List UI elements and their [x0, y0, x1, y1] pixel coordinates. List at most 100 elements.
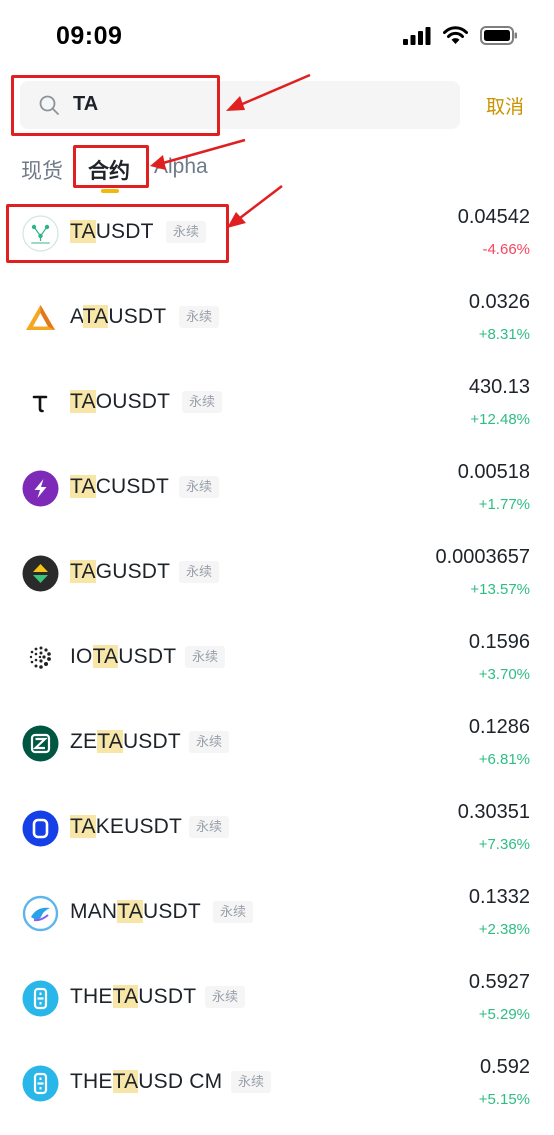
status-bar: 09:09 — [0, 0, 554, 72]
tao-network-icon — [22, 215, 59, 252]
last-price: 0.0003657 — [435, 546, 530, 568]
last-price: 0.1332 — [468, 886, 530, 908]
tac-icon — [22, 470, 59, 507]
market-symbol: TAOUSDT — [70, 390, 170, 414]
symbol-match-highlight: TA — [70, 390, 96, 413]
symbol-match-highlight: TA — [92, 645, 119, 668]
symbol-prefix: IO — [70, 645, 93, 668]
automata-icon — [22, 300, 59, 337]
last-price: 430.13 — [468, 376, 530, 398]
manta-icon — [22, 895, 59, 932]
symbol-suffix: KEUSDT — [95, 815, 183, 838]
status-icons — [403, 26, 518, 45]
tag-icon — [22, 555, 59, 592]
symbol-match-highlight: TA — [112, 985, 139, 1008]
price-change: +13.57% — [470, 581, 530, 598]
market-row[interactable]: TAOUSDT 永续 430.13 +12.48% — [0, 362, 554, 447]
market-symbol: TAUSDT — [70, 220, 154, 244]
market-row[interactable]: TAUSDT 永续 0.04542 -4.66% — [0, 192, 554, 277]
perpetual-badge: 永续 — [185, 646, 226, 668]
last-price: 0.1286 — [468, 716, 530, 738]
price-change: +8.31% — [478, 326, 530, 343]
symbol-suffix: USDT — [108, 305, 167, 328]
symbol-match-highlight: TA — [70, 560, 96, 583]
price-change: +5.29% — [478, 1006, 530, 1023]
last-price: 0.0326 — [468, 291, 530, 313]
tab-alpha[interactable]: Alpha — [154, 155, 208, 179]
price-change: +12.48% — [470, 411, 530, 428]
battery-icon — [480, 26, 517, 45]
symbol-suffix: USD CM — [138, 1070, 223, 1093]
symbol-prefix: THE — [70, 985, 113, 1008]
market-symbol: TAKEUSDT — [70, 815, 182, 839]
symbol-prefix: MAN — [70, 900, 118, 923]
symbol-match-highlight: TA — [112, 1070, 139, 1093]
last-price: 0.00518 — [457, 461, 530, 483]
symbol-prefix: THE — [70, 1070, 113, 1093]
symbol-suffix: USDT — [118, 645, 177, 668]
market-symbol: THETAUSDT — [70, 985, 196, 1009]
market-row[interactable]: THETAUSDT 永续 0.5927 +5.29% — [0, 957, 554, 1042]
market-row[interactable]: IOTAUSDT 永续 0.1596 +3.70% — [0, 617, 554, 702]
perpetual-badge: 永续 — [179, 306, 220, 328]
tab-spot[interactable]: 现货 — [21, 155, 63, 185]
last-price: 0.5927 — [468, 971, 530, 993]
zeta-icon — [22, 725, 59, 762]
perpetual-badge: 永续 — [166, 221, 207, 243]
status-time: 09:09 — [56, 22, 123, 50]
market-symbol: ATAUSDT — [70, 305, 166, 329]
price-change: +5.15% — [478, 1091, 530, 1108]
symbol-suffix: USDT — [138, 985, 197, 1008]
last-price: 0.30351 — [457, 801, 530, 823]
symbol-prefix: ZE — [70, 730, 98, 753]
symbol-match-highlight: TA — [70, 815, 96, 838]
symbol-suffix: USDT — [95, 220, 154, 243]
iota-icon — [22, 640, 59, 677]
price-change: +3.70% — [478, 666, 530, 683]
market-row[interactable]: TAKEUSDT 永续 0.30351 +7.36% — [0, 787, 554, 872]
market-row[interactable]: ATAUSDT 永续 0.0326 +8.31% — [0, 277, 554, 362]
market-row[interactable]: ZETAUSDT 永续 0.1286 +6.81% — [0, 702, 554, 787]
market-symbol: TAGUSDT — [70, 560, 170, 584]
market-row[interactable]: MANTAUSDT 永续 0.1332 +2.38% — [0, 872, 554, 957]
perpetual-badge: 永续 — [182, 391, 223, 413]
cancel-button[interactable]: 取消 — [486, 92, 524, 119]
symbol-prefix: A — [70, 305, 83, 328]
search-icon — [39, 95, 59, 115]
perpetual-badge: 永续 — [213, 901, 254, 923]
price-change: +7.36% — [478, 836, 530, 853]
market-symbol: IOTAUSDT — [70, 645, 176, 669]
symbol-suffix: CUSDT — [95, 475, 170, 498]
theta-icon — [22, 1065, 59, 1102]
wifi-icon — [443, 26, 468, 44]
symbol-suffix: USDT — [122, 730, 181, 753]
search-query: TA — [73, 93, 99, 115]
market-symbol: TACUSDT — [70, 475, 169, 499]
theta-icon — [22, 980, 59, 1017]
last-price: 0.592 — [479, 1056, 530, 1078]
symbol-match-highlight: TA — [82, 305, 109, 328]
market-search-screen: 09:09 TA 取消 现货 合约 Alpha TAUSDT 永续 0.0454… — [0, 0, 554, 1135]
market-row[interactable]: THETAUSD CM 永续 0.592 +5.15% — [0, 1042, 554, 1127]
symbol-suffix: GUSDT — [95, 560, 171, 583]
market-symbol: THETAUSD CM — [70, 1070, 222, 1094]
perpetual-badge: 永续 — [231, 1071, 272, 1093]
last-price: 0.1596 — [468, 631, 530, 653]
perpetual-badge: 永续 — [179, 561, 220, 583]
symbol-match-highlight: TA — [117, 900, 143, 923]
price-change: -4.66% — [482, 241, 530, 258]
symbol-suffix: USDT — [142, 900, 201, 923]
price-change: +6.81% — [478, 751, 530, 768]
tab-futures[interactable]: 合约 — [88, 155, 130, 185]
market-row[interactable]: TAGUSDT 永续 0.0003657 +13.57% — [0, 532, 554, 617]
last-price: 0.04542 — [457, 206, 530, 228]
symbol-suffix: OUSDT — [95, 390, 171, 413]
symbol-match-highlight: TA — [70, 220, 96, 243]
search-input[interactable]: TA — [20, 81, 460, 129]
market-row[interactable]: TACUSDT 永续 0.00518 +1.77% — [0, 447, 554, 532]
perpetual-badge: 永续 — [189, 731, 230, 753]
market-symbol: ZETAUSDT — [70, 730, 181, 754]
take-icon — [22, 810, 59, 847]
symbol-match-highlight: TA — [97, 730, 123, 753]
price-change: +2.38% — [478, 921, 530, 938]
